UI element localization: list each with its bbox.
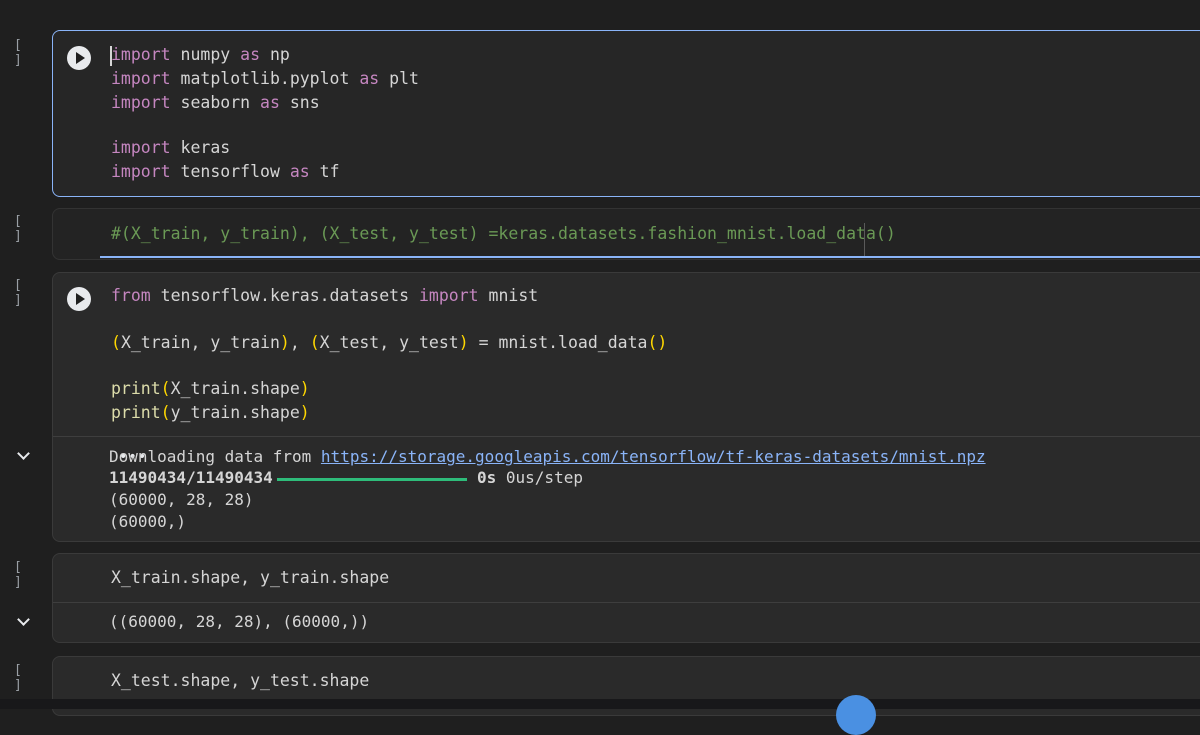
code-line[interactable]: (X_train, y_train), (X_test, y_test) = m… bbox=[111, 332, 667, 354]
code-line[interactable]: import tensorflow as tf bbox=[111, 161, 340, 183]
cell-execution-count: [ ] bbox=[14, 38, 23, 68]
run-cell-button[interactable] bbox=[67, 287, 91, 311]
floating-action-button[interactable] bbox=[836, 695, 876, 735]
run-cell-button[interactable] bbox=[67, 46, 91, 70]
code-cell-shapes-train[interactable]: X_train.shape, y_train.shape ((60000, 28… bbox=[52, 553, 1200, 643]
output-shape-x: (60000, 28, 28) bbox=[109, 490, 254, 509]
code-comment-line[interactable]: #(X_train, y_train), (X_test, y_test) =k… bbox=[111, 223, 896, 245]
code-line[interactable]: import numpy as np bbox=[111, 44, 290, 66]
cell-execution-count: [ ] bbox=[14, 278, 23, 308]
code-line[interactable]: import keras bbox=[111, 137, 230, 159]
code-line[interactable]: X_test.shape, y_test.shape bbox=[111, 670, 369, 692]
download-link[interactable]: https://storage.googleapis.com/tensorflo… bbox=[321, 447, 986, 466]
code-line[interactable]: import seaborn as sns bbox=[111, 92, 320, 114]
code-cell-load-mnist[interactable]: from tensorflow.keras.datasets import mn… bbox=[52, 272, 1200, 542]
bottom-bar bbox=[0, 699, 1200, 709]
editor-ruler bbox=[864, 223, 865, 257]
code-line[interactable]: from tensorflow.keras.datasets import mn… bbox=[111, 285, 538, 307]
output-shapes: ((60000, 28, 28), (60000,)) bbox=[109, 612, 370, 631]
progress-bar bbox=[277, 478, 467, 481]
collapse-output-chevron-icon[interactable] bbox=[18, 449, 28, 459]
download-message: Downloading data from https://storage.go… bbox=[109, 447, 986, 466]
output-divider bbox=[53, 436, 1200, 437]
code-line[interactable]: print(y_train.shape) bbox=[111, 402, 310, 424]
top-bar bbox=[0, 0, 1200, 22]
code-cell-comment[interactable]: #(X_train, y_train), (X_test, y_test) =k… bbox=[52, 208, 1200, 260]
cell-execution-count: [ ] bbox=[14, 663, 23, 693]
cell-execution-count: [ ] bbox=[14, 214, 23, 244]
code-line[interactable]: X_train.shape, y_train.shape bbox=[111, 567, 389, 589]
editor-underline bbox=[100, 256, 1200, 258]
code-line[interactable]: import matplotlib.pyplot as plt bbox=[111, 68, 419, 90]
cell-execution-count: [ ] bbox=[14, 560, 23, 590]
output-divider bbox=[53, 602, 1200, 603]
output-shape-y: (60000,) bbox=[109, 512, 187, 531]
code-cell-imports[interactable]: import numpy as np import matplotlib.pyp… bbox=[52, 30, 1200, 197]
code-line[interactable]: print(X_train.shape) bbox=[111, 378, 310, 400]
collapse-output-chevron-icon[interactable] bbox=[18, 615, 28, 625]
progress-line: 11490434/11490434 0s 0us/step bbox=[109, 468, 583, 487]
